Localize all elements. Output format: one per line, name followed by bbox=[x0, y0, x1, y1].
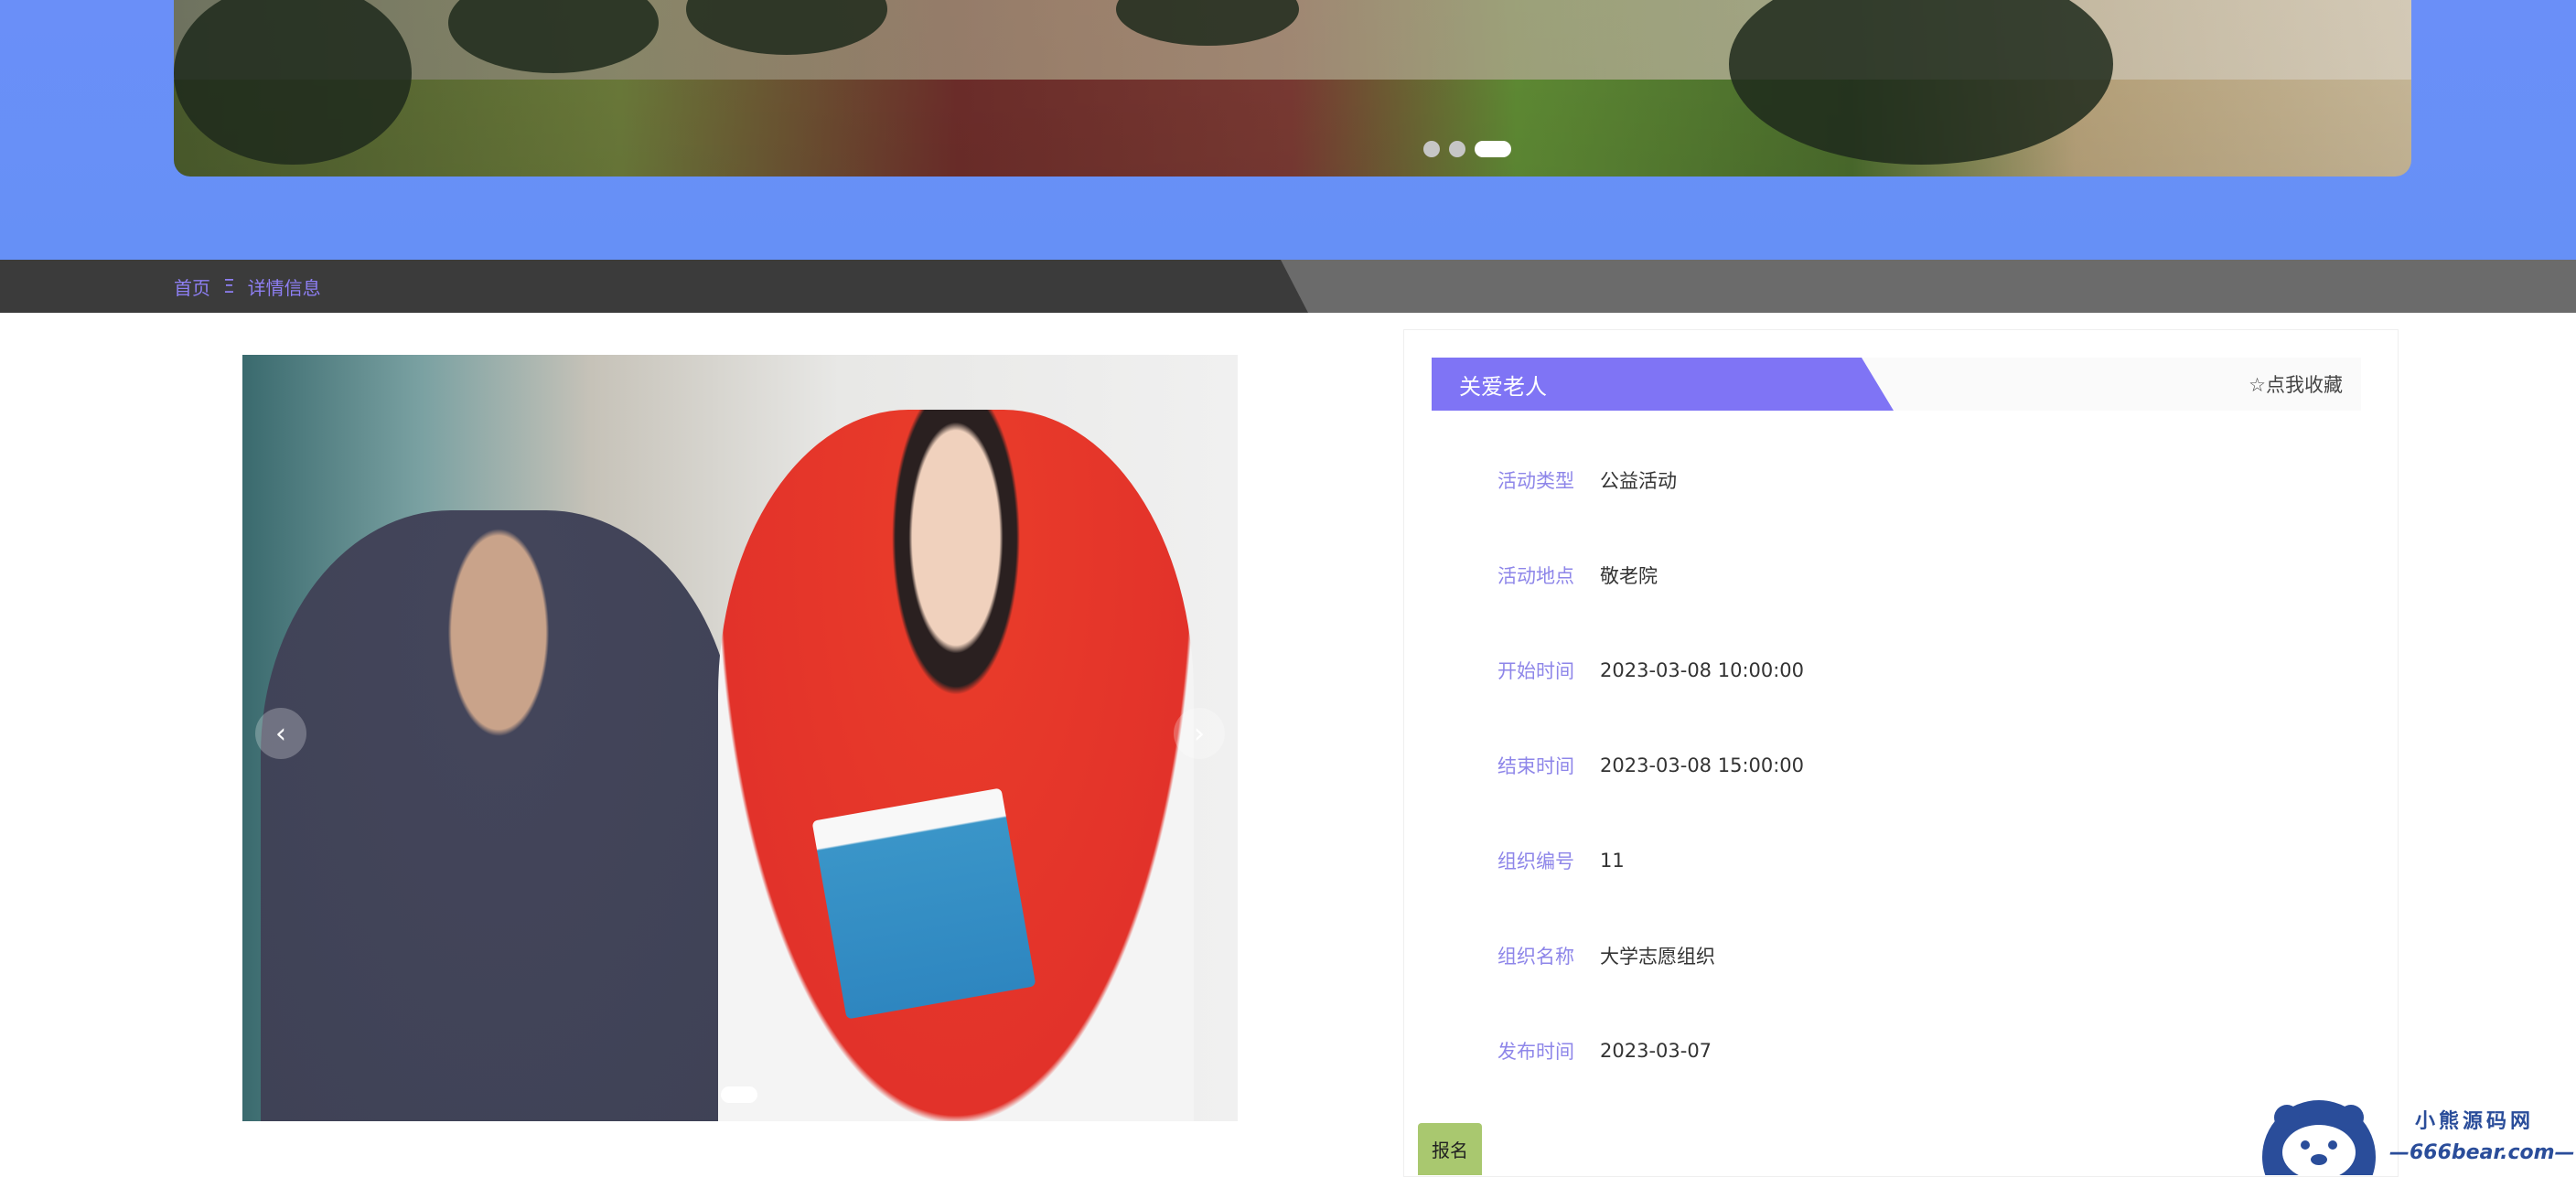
photo-figure-elder bbox=[261, 510, 736, 1121]
field-value: 2023-03-07 bbox=[1600, 1040, 1712, 1062]
activity-title: 关爱老人 bbox=[1432, 358, 1894, 411]
breadcrumb-bar: 首页 Ξ 详情信息 bbox=[0, 260, 2576, 313]
photo-books bbox=[811, 787, 1036, 1020]
field-label: 活动类型 bbox=[1497, 470, 1574, 492]
banner-tree bbox=[1729, 0, 2113, 165]
banner-dot[interactable] bbox=[1423, 141, 1440, 157]
banner-dot[interactable] bbox=[1449, 141, 1465, 157]
photo-figure-volunteer bbox=[718, 410, 1194, 1121]
banner-carousel[interactable] bbox=[174, 0, 2411, 177]
banner-tree bbox=[174, 0, 412, 165]
field-row-end-time: 结束时间 2023-03-08 15:00:00 bbox=[1404, 747, 2398, 784]
field-value: 公益活动 bbox=[1600, 470, 1677, 492]
field-label: 发布时间 bbox=[1497, 1041, 1574, 1063]
image-gallery[interactable]: ‹ › bbox=[242, 355, 1238, 1121]
field-row-org-name: 组织名称 大学志愿组织 bbox=[1404, 937, 2398, 974]
field-value: 敬老院 bbox=[1600, 565, 1658, 587]
field-row-start-time: 开始时间 2023-03-08 10:00:00 bbox=[1404, 652, 2398, 689]
field-label: 活动地点 bbox=[1497, 565, 1574, 587]
field-label: 结束时间 bbox=[1497, 755, 1574, 777]
field-value: 2023-03-08 10:00:00 bbox=[1600, 659, 1805, 681]
title-bar: 关爱老人 ☆点我收藏 bbox=[1432, 358, 2361, 411]
gallery-prev-icon[interactable]: ‹ bbox=[255, 708, 306, 759]
breadcrumb: 首页 Ξ 详情信息 bbox=[174, 260, 321, 313]
watermark-title: 小熊源码网 bbox=[2415, 1110, 2535, 1133]
breadcrumb-home-link[interactable]: 首页 bbox=[174, 273, 210, 300]
gallery-next-icon[interactable]: › bbox=[1174, 708, 1225, 759]
details-panel: 关爱老人 ☆点我收藏 活动类型 公益活动 活动地点 敬老院 开始时间 2023-… bbox=[1403, 329, 2399, 1177]
banner-dot-active[interactable] bbox=[1475, 141, 1511, 157]
watermark-url: —666bear.com— bbox=[2389, 1141, 2575, 1164]
banner-pagination bbox=[1423, 141, 1511, 157]
field-row-location: 活动地点 敬老院 bbox=[1404, 557, 2398, 594]
field-row-org-id: 组织编号 11 bbox=[1404, 842, 2398, 879]
field-label: 组织名称 bbox=[1497, 946, 1574, 968]
breadcrumb-current: 详情信息 bbox=[247, 276, 321, 299]
gallery-dot-active[interactable] bbox=[721, 1086, 757, 1103]
breadcrumb-bar-accent bbox=[1281, 260, 2576, 313]
field-value: 大学志愿组织 bbox=[1600, 946, 1715, 968]
field-row-type: 活动类型 公益活动 bbox=[1404, 462, 2398, 498]
breadcrumb-separator-icon: Ξ bbox=[223, 275, 235, 297]
top-band bbox=[0, 0, 2576, 260]
signup-button[interactable]: 报名 bbox=[1418, 1123, 1482, 1175]
bear-logo-icon bbox=[2262, 1100, 2376, 1175]
field-value: 11 bbox=[1600, 850, 1625, 872]
field-label: 组织编号 bbox=[1497, 851, 1574, 872]
field-value: 2023-03-08 15:00:00 bbox=[1600, 754, 1805, 776]
favorite-button[interactable]: ☆点我收藏 bbox=[2249, 358, 2343, 411]
field-label: 开始时间 bbox=[1497, 660, 1574, 682]
field-row-publish-time: 发布时间 2023-03-07 bbox=[1404, 1033, 2398, 1069]
